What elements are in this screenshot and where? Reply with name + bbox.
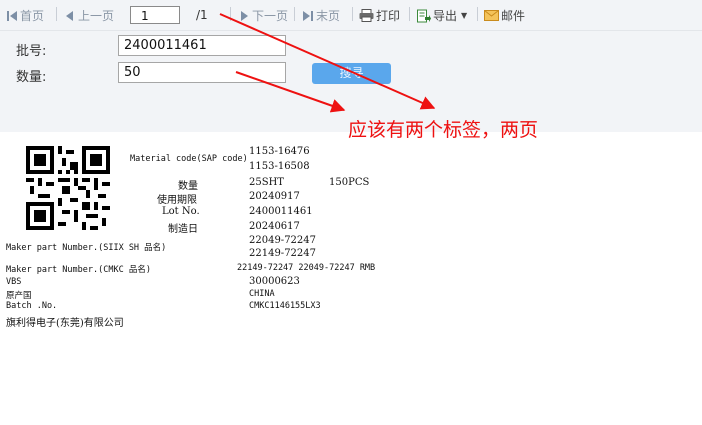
quantity-label: 数量:	[16, 70, 47, 85]
annotation-note: 应该有两个标签，两页	[348, 119, 539, 141]
printer-icon	[359, 9, 374, 22]
company-name: 旗利得电子(东莞)有限公司	[6, 318, 124, 329]
batch-number-value: 2400011461	[124, 38, 207, 53]
last-page-button[interactable]: 末页	[302, 7, 340, 24]
batch-value: CMKC1146155LX3	[249, 301, 321, 311]
quantity-value: 50	[124, 65, 141, 80]
first-page-button[interactable]: 首页	[6, 7, 44, 24]
toolbar-divider	[294, 7, 295, 21]
toolbar-divider	[230, 7, 231, 21]
query-button[interactable]: 搜寻	[312, 63, 391, 84]
material-code-1: 1153-16476	[249, 146, 310, 157]
prev-page-button[interactable]: 上一页	[64, 7, 114, 24]
maker-part-cmkc-label: Maker part Number.(CMKC 品名)	[6, 265, 151, 275]
print-button[interactable]: 打印	[359, 7, 400, 24]
next-page-button[interactable]: 下一页	[238, 7, 288, 24]
toolbar-divider	[409, 7, 410, 21]
quantity-pcs-value: 150PCS	[329, 177, 370, 188]
page-number-input[interactable]: 1	[130, 6, 180, 24]
prev-page-icon	[66, 10, 73, 21]
prev-page-label: 上一页	[78, 9, 115, 23]
material-code-label: Material code(SAP code)	[130, 154, 248, 164]
quantity-input[interactable]: 50	[118, 62, 286, 83]
print-label: 打印	[376, 9, 401, 23]
maker-part-siix-value-2: 22149-72247	[249, 248, 317, 259]
first-page-label: 首页	[20, 9, 45, 23]
export-button[interactable]: 导出 ▼	[417, 7, 467, 24]
manufacture-date-label: 制造日	[168, 224, 198, 235]
maker-part-siix-value-1: 22049-72247	[249, 235, 317, 246]
query-button-label: 搜寻	[339, 66, 364, 80]
manufacture-date-value: 20240617	[249, 221, 300, 232]
report-toolbar: 首页 上一页 1 /1 下一页 末页 打印 导出 ▼ 邮件	[0, 0, 702, 31]
lot-number-label: Lot No.	[162, 206, 200, 217]
mail-icon	[484, 10, 499, 21]
qr-code	[26, 146, 110, 230]
material-code-2: 1153-16508	[249, 161, 310, 172]
page-number-value: 1	[141, 9, 149, 23]
mail-button[interactable]: 邮件	[484, 7, 525, 24]
quantity-sheets-value: 25SHT	[249, 177, 284, 188]
toolbar-divider	[477, 7, 478, 21]
batch-label: Batch .No.	[6, 301, 58, 311]
lot-number-value: 2400011461	[249, 206, 313, 217]
last-page-icon	[303, 10, 313, 21]
origin-label: 原产国	[6, 291, 32, 301]
toolbar-divider	[352, 7, 353, 21]
next-page-icon	[241, 10, 248, 21]
mail-label: 邮件	[501, 9, 526, 23]
batch-number-input[interactable]: 2400011461	[118, 35, 286, 56]
expiry-label: 使用期限	[157, 195, 197, 206]
label-preview: Material code(SAP code) 1153-16476 1153-…	[0, 140, 702, 425]
last-page-label: 末页	[316, 9, 341, 23]
maker-part-siix-label: Maker part Number.(SIIX SH 品名)	[6, 243, 167, 253]
expiry-value: 20240917	[249, 191, 300, 202]
origin-value: CHINA	[249, 289, 275, 299]
first-page-icon	[7, 10, 17, 21]
chevron-down-icon: ▼	[461, 11, 468, 20]
next-page-label: 下一页	[252, 9, 289, 23]
toolbar-divider	[56, 7, 57, 21]
vbs-label: VBS	[6, 277, 22, 287]
export-label: 导出	[433, 9, 458, 23]
page-total: /1	[196, 8, 208, 22]
quantity-field-label: 数量	[178, 181, 198, 192]
vbs-value: 30000623	[249, 276, 300, 287]
maker-part-cmkc-value: 22149-72247 22049-72247 RMB	[237, 263, 376, 273]
batch-number-label: 批号:	[16, 44, 47, 59]
export-icon	[417, 9, 431, 22]
